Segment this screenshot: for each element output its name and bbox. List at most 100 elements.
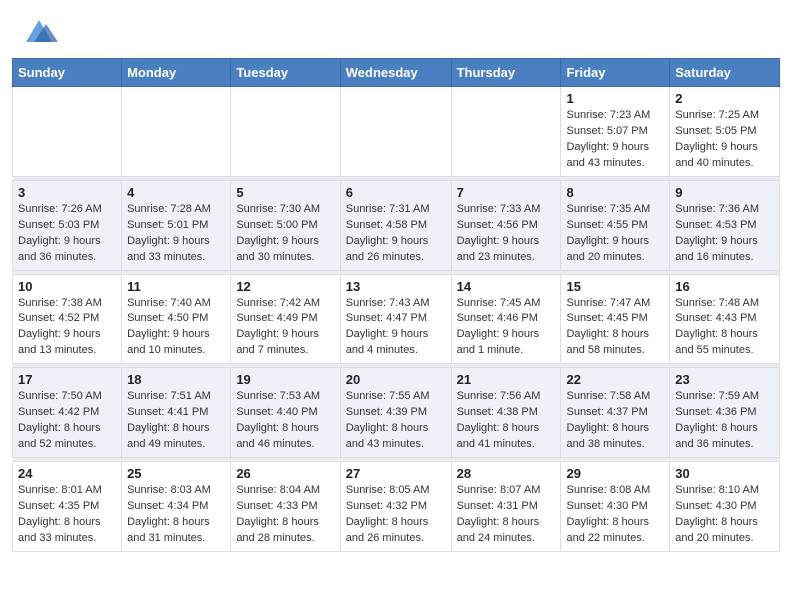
day-number: 19: [236, 372, 334, 387]
day-cell-empty: [231, 87, 340, 177]
day-info: Sunrise: 7:47 AM Sunset: 4:45 PM Dayligh…: [566, 296, 664, 360]
day-number: 16: [675, 279, 774, 294]
day-number: 20: [346, 372, 446, 387]
day-cell-25: 25 Sunrise: 8:03 AM Sunset: 4:34 PM Dayli…: [122, 462, 231, 552]
day-cell-26: 26 Sunrise: 8:04 AM Sunset: 4:33 PM Dayli…: [231, 462, 340, 552]
day-cell-30: 30 Sunrise: 8:10 AM Sunset: 4:30 PM Dayli…: [670, 462, 780, 552]
day-info: Sunrise: 7:43 AM Sunset: 4:47 PM Dayligh…: [346, 296, 446, 360]
day-info: Sunrise: 7:33 AM Sunset: 4:56 PM Dayligh…: [457, 202, 556, 266]
day-number: 5: [236, 185, 334, 200]
day-header-saturday: Saturday: [670, 59, 780, 87]
table-wrapper: SundayMondayTuesdayWednesdayThursdayFrid…: [0, 58, 792, 564]
day-info: Sunrise: 8:07 AM Sunset: 4:31 PM Dayligh…: [457, 483, 556, 547]
day-number: 12: [236, 279, 334, 294]
day-info: Sunrise: 7:38 AM Sunset: 4:52 PM Dayligh…: [18, 296, 116, 360]
day-cell-11: 11 Sunrise: 7:40 AM Sunset: 4:50 PM Dayli…: [122, 274, 231, 364]
day-number: 25: [127, 466, 225, 481]
day-info: Sunrise: 7:26 AM Sunset: 5:03 PM Dayligh…: [18, 202, 116, 266]
day-info: Sunrise: 8:05 AM Sunset: 4:32 PM Dayligh…: [346, 483, 446, 547]
calendar-header: SundayMondayTuesdayWednesdayThursdayFrid…: [13, 59, 780, 87]
day-info: Sunrise: 7:31 AM Sunset: 4:58 PM Dayligh…: [346, 202, 446, 266]
day-info: Sunrise: 8:03 AM Sunset: 4:34 PM Dayligh…: [127, 483, 225, 547]
day-header-tuesday: Tuesday: [231, 59, 340, 87]
day-number: 18: [127, 372, 225, 387]
logo-icon: [20, 14, 58, 52]
day-info: Sunrise: 7:25 AM Sunset: 5:05 PM Dayligh…: [675, 108, 774, 172]
day-cell-6: 6 Sunrise: 7:31 AM Sunset: 4:58 PM Daylig…: [340, 180, 451, 270]
day-info: Sunrise: 8:08 AM Sunset: 4:30 PM Dayligh…: [566, 483, 664, 547]
calendar-table: SundayMondayTuesdayWednesdayThursdayFrid…: [12, 58, 780, 552]
day-info: Sunrise: 7:51 AM Sunset: 4:41 PM Dayligh…: [127, 389, 225, 453]
day-info: Sunrise: 8:10 AM Sunset: 4:30 PM Dayligh…: [675, 483, 774, 547]
day-cell-22: 22 Sunrise: 7:58 AM Sunset: 4:37 PM Dayli…: [561, 368, 670, 458]
day-info: Sunrise: 7:48 AM Sunset: 4:43 PM Dayligh…: [675, 296, 774, 360]
day-info: Sunrise: 7:59 AM Sunset: 4:36 PM Dayligh…: [675, 389, 774, 453]
day-cell-7: 7 Sunrise: 7:33 AM Sunset: 4:56 PM Daylig…: [451, 180, 561, 270]
day-number: 28: [457, 466, 556, 481]
day-number: 29: [566, 466, 664, 481]
day-cell-14: 14 Sunrise: 7:45 AM Sunset: 4:46 PM Dayli…: [451, 274, 561, 364]
day-cell-1: 1Sunrise: 7:23 AM Sunset: 5:07 PM Daylig…: [561, 87, 670, 177]
day-info: Sunrise: 7:42 AM Sunset: 4:49 PM Dayligh…: [236, 296, 334, 360]
day-cell-3: 3 Sunrise: 7:26 AM Sunset: 5:03 PM Daylig…: [13, 180, 122, 270]
day-cell-17: 17Sunrise: 7:50 AM Sunset: 4:42 PM Dayli…: [13, 368, 122, 458]
day-number: 24: [18, 466, 116, 481]
day-number: 3: [18, 185, 116, 200]
day-number: 14: [457, 279, 556, 294]
day-number: 4: [127, 185, 225, 200]
day-info: Sunrise: 7:45 AM Sunset: 4:46 PM Dayligh…: [457, 296, 556, 360]
day-info: Sunrise: 7:36 AM Sunset: 4:53 PM Dayligh…: [675, 202, 774, 266]
day-cell-21: 21 Sunrise: 7:56 AM Sunset: 4:38 PM Dayli…: [451, 368, 561, 458]
day-info: Sunrise: 7:35 AM Sunset: 4:55 PM Dayligh…: [566, 202, 664, 266]
day-number: 26: [236, 466, 334, 481]
day-number: 30: [675, 466, 774, 481]
day-cell-4: 4 Sunrise: 7:28 AM Sunset: 5:01 PM Daylig…: [122, 180, 231, 270]
day-header-wednesday: Wednesday: [340, 59, 451, 87]
day-cell-empty: [340, 87, 451, 177]
day-number: 21: [457, 372, 556, 387]
day-cell-23: 23 Sunrise: 7:59 AM Sunset: 4:36 PM Dayli…: [670, 368, 780, 458]
day-cell-empty: [122, 87, 231, 177]
day-info: Sunrise: 7:56 AM Sunset: 4:38 PM Dayligh…: [457, 389, 556, 453]
day-info: Sunrise: 7:30 AM Sunset: 5:00 PM Dayligh…: [236, 202, 334, 266]
day-cell-9: 9 Sunrise: 7:36 AM Sunset: 4:53 PM Daylig…: [670, 180, 780, 270]
day-cell-28: 28 Sunrise: 8:07 AM Sunset: 4:31 PM Dayli…: [451, 462, 561, 552]
day-cell-18: 18 Sunrise: 7:51 AM Sunset: 4:41 PM Dayli…: [122, 368, 231, 458]
day-number: 6: [346, 185, 446, 200]
day-header-sunday: Sunday: [13, 59, 122, 87]
day-cell-empty: [13, 87, 122, 177]
day-number: 2: [675, 91, 774, 106]
day-cell-empty: [451, 87, 561, 177]
day-cell-13: 13 Sunrise: 7:43 AM Sunset: 4:47 PM Dayli…: [340, 274, 451, 364]
day-info: Sunrise: 8:04 AM Sunset: 4:33 PM Dayligh…: [236, 483, 334, 547]
day-number: 17: [18, 372, 116, 387]
day-info: Sunrise: 7:40 AM Sunset: 4:50 PM Dayligh…: [127, 296, 225, 360]
day-number: 7: [457, 185, 556, 200]
day-number: 10: [18, 279, 116, 294]
day-number: 13: [346, 279, 446, 294]
day-info: Sunrise: 7:28 AM Sunset: 5:01 PM Dayligh…: [127, 202, 225, 266]
day-info: Sunrise: 7:58 AM Sunset: 4:37 PM Dayligh…: [566, 389, 664, 453]
logo: [20, 14, 63, 52]
day-number: 8: [566, 185, 664, 200]
day-cell-19: 19Sunrise: 7:53 AM Sunset: 4:40 PM Dayli…: [231, 368, 340, 458]
day-number: 11: [127, 279, 225, 294]
day-info: Sunrise: 7:23 AM Sunset: 5:07 PM Dayligh…: [566, 108, 664, 172]
day-cell-24: 24 Sunrise: 8:01 AM Sunset: 4:35 PM Dayli…: [13, 462, 122, 552]
day-cell-27: 27 Sunrise: 8:05 AM Sunset: 4:32 PM Dayli…: [340, 462, 451, 552]
day-number: 23: [675, 372, 774, 387]
day-number: 9: [675, 185, 774, 200]
day-number: 27: [346, 466, 446, 481]
day-cell-10: 10 Sunrise: 7:38 AM Sunset: 4:52 PM Dayli…: [13, 274, 122, 364]
day-header-friday: Friday: [561, 59, 670, 87]
day-cell-20: 20 Sunrise: 7:55 AM Sunset: 4:39 PM Dayli…: [340, 368, 451, 458]
day-info: Sunrise: 7:55 AM Sunset: 4:39 PM Dayligh…: [346, 389, 446, 453]
day-cell-16: 16 Sunrise: 7:48 AM Sunset: 4:43 PM Dayli…: [670, 274, 780, 364]
day-number: 22: [566, 372, 664, 387]
day-cell-29: 29 Sunrise: 8:08 AM Sunset: 4:30 PM Dayli…: [561, 462, 670, 552]
day-info: Sunrise: 8:01 AM Sunset: 4:35 PM Dayligh…: [18, 483, 116, 547]
day-cell-5: 5 Sunrise: 7:30 AM Sunset: 5:00 PM Daylig…: [231, 180, 340, 270]
day-cell-8: 8 Sunrise: 7:35 AM Sunset: 4:55 PM Daylig…: [561, 180, 670, 270]
day-header-monday: Monday: [122, 59, 231, 87]
day-cell-2: 2 Sunrise: 7:25 AM Sunset: 5:05 PM Daylig…: [670, 87, 780, 177]
